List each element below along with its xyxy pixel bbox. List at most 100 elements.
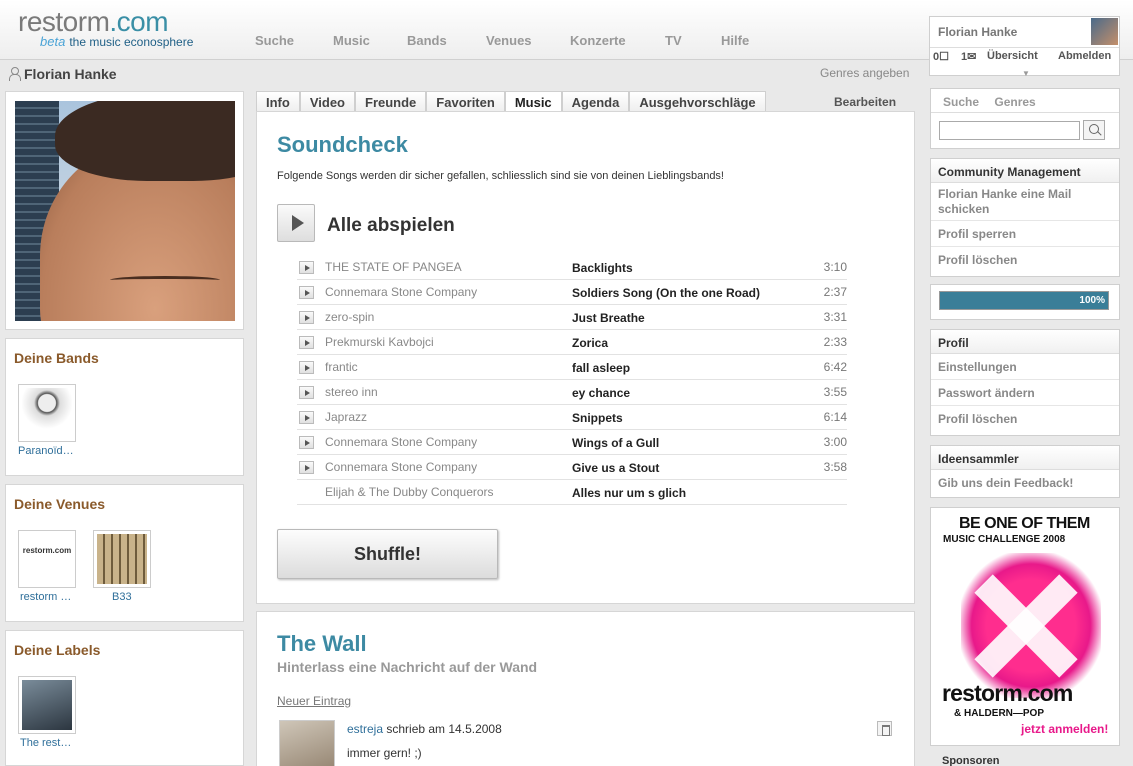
send-mail-link[interactable]: Florian Hanke eine Mail schicken — [931, 183, 1119, 221]
song-duration: 6:14 — [823, 410, 847, 424]
tab-favoriten[interactable]: Favoriten — [426, 91, 505, 112]
overview-link[interactable]: Übersicht — [987, 50, 1038, 62]
wall-entry-meta: estreja schrieb am 14.5.2008 — [347, 722, 502, 736]
song-row: frantic fall asleep 6:42 — [297, 355, 847, 380]
chevron-down-icon[interactable]: ▼ — [1022, 69, 1030, 78]
restorm-logo[interactable]: restorm.com beta the music econosphere — [18, 6, 193, 49]
profil-delete-link[interactable]: Profil löschen — [931, 406, 1119, 432]
song-title[interactable]: Backlights — [572, 261, 633, 275]
band-name[interactable]: Paranoïd… — [18, 445, 82, 457]
nav-bands[interactable]: Bands — [407, 33, 486, 48]
user-avatar[interactable] — [1091, 18, 1118, 45]
play-icon[interactable] — [299, 436, 314, 449]
venue-name-restorm[interactable]: restorm … — [20, 591, 84, 603]
music-challenge-ad[interactable]: BE ONE OF THEM MUSIC CHALLENGE 2008 rest… — [930, 507, 1120, 746]
profil-heading: Profil — [931, 330, 1119, 354]
song-artist[interactable]: stereo inn — [325, 385, 378, 399]
song-artist[interactable]: Prekmurski Kavbojci — [325, 335, 434, 349]
tab-video[interactable]: Video — [299, 91, 355, 112]
song-artist[interactable]: Japrazz — [325, 410, 367, 424]
song-row: THE STATE OF PANGEA Backlights 3:10 — [297, 255, 847, 280]
play-icon[interactable] — [299, 461, 314, 474]
song-artist[interactable]: zero-spin — [325, 310, 374, 324]
nav-suche[interactable]: Suche — [255, 33, 333, 48]
play-icon[interactable] — [299, 311, 314, 324]
venue-thumb-restorm[interactable]: restorm.com — [18, 530, 76, 588]
nav-hilfe[interactable]: Hilfe — [721, 33, 761, 48]
song-title[interactable]: Zorica — [572, 336, 608, 350]
profile-tabs: Info Video Freunde Favoriten Music Agend… — [256, 91, 766, 112]
logout-link[interactable]: Abmelden — [1058, 50, 1111, 62]
tab-ausgehvorschlaege[interactable]: Ausgehvorschläge — [629, 91, 766, 112]
search-box: Suche Genres — [930, 88, 1120, 149]
song-artist[interactable]: Connemara Stone Company — [325, 460, 477, 474]
delete-profile-link[interactable]: Profil löschen — [931, 247, 1119, 273]
song-title[interactable]: Wings of a Gull — [572, 436, 659, 450]
genres-link[interactable]: Genres angeben — [820, 66, 909, 80]
play-all-label[interactable]: Alle abspielen — [327, 215, 455, 237]
play-icon[interactable] — [299, 261, 314, 274]
song-artist[interactable]: Connemara Stone Company — [325, 285, 477, 299]
avatar[interactable] — [279, 720, 335, 766]
wall-entry-user[interactable]: estreja — [347, 722, 383, 736]
play-icon[interactable] — [299, 361, 314, 374]
user-name[interactable]: Florian Hanke — [938, 25, 1017, 39]
change-password-link[interactable]: Passwort ändern — [931, 380, 1119, 406]
message-count[interactable]: 0☐ — [933, 50, 949, 63]
song-artist[interactable]: Elijah & The Dubby Conquerors — [325, 485, 494, 499]
shuffle-button[interactable]: Shuffle! — [277, 529, 498, 579]
song-title[interactable]: ey chance — [572, 386, 630, 400]
bands-heading: Deine Bands — [14, 350, 99, 366]
song-title[interactable]: Soldiers Song (On the one Road) — [572, 286, 760, 300]
venues-box: Deine Venues restorm.com restorm … B33 — [5, 484, 244, 622]
nav-music[interactable]: Music — [333, 33, 407, 48]
trash-icon[interactable] — [877, 721, 892, 736]
sponsoren-heading: Sponsoren — [942, 755, 1000, 766]
song-title[interactable]: Alles nur um s glich — [572, 486, 686, 500]
tab-agenda[interactable]: Agenda — [561, 91, 630, 112]
new-entry-link[interactable]: Neuer Eintrag — [277, 694, 351, 708]
play-icon[interactable] — [299, 286, 314, 299]
edit-link[interactable]: Bearbeiten — [834, 95, 896, 109]
venue-name-b33[interactable]: B33 — [112, 591, 176, 603]
song-row: Connemara Stone Company Wings of a Gull 3:… — [297, 430, 847, 455]
search-input[interactable] — [939, 121, 1080, 140]
label-name[interactable]: The rest… — [20, 737, 84, 749]
tab-music[interactable]: Music — [504, 91, 562, 112]
progress-box: 100% — [930, 284, 1120, 320]
song-artist[interactable]: Connemara Stone Company — [325, 435, 477, 449]
nav-venues[interactable]: Venues — [486, 33, 570, 48]
wall-title: The Wall — [277, 631, 367, 656]
song-row: Japrazz Snippets 6:14 — [297, 405, 847, 430]
song-title[interactable]: Just Breathe — [572, 311, 645, 325]
feedback-link[interactable]: Gib uns dein Feedback! — [931, 470, 1119, 496]
wall-subtitle: Hinterlass eine Nachricht auf der Wand — [277, 659, 538, 675]
profile-photo-box — [5, 91, 244, 330]
nav-konzerte[interactable]: Konzerte — [570, 33, 665, 48]
song-artist[interactable]: frantic — [325, 360, 358, 374]
play-icon[interactable] — [299, 411, 314, 424]
nav-tv[interactable]: TV — [665, 33, 721, 48]
search-tab-genres[interactable]: Genres — [994, 95, 1035, 109]
song-title[interactable]: Give us a Stout — [572, 461, 659, 475]
tab-info[interactable]: Info — [256, 91, 300, 112]
play-all-button[interactable] — [277, 204, 315, 242]
block-profile-link[interactable]: Profil sperren — [931, 221, 1119, 247]
tab-freunde[interactable]: Freunde — [355, 91, 427, 112]
label-thumb[interactable] — [18, 676, 76, 734]
search-icon[interactable] — [1083, 120, 1105, 140]
mail-count[interactable]: 1✉ — [961, 50, 976, 63]
venue-thumb-b33[interactable] — [93, 530, 151, 588]
play-icon[interactable] — [299, 336, 314, 349]
bands-box: Deine Bands Paranoïd… — [5, 338, 244, 476]
main-nav: Suche Music Bands Venues Konzerte TV Hil… — [255, 33, 761, 48]
wall-entry-text: immer gern! ;) — [347, 746, 422, 760]
settings-link[interactable]: Einstellungen — [931, 354, 1119, 380]
play-icon[interactable] — [299, 386, 314, 399]
song-artist[interactable]: THE STATE OF PANGEA — [325, 260, 462, 274]
venues-heading: Deine Venues — [14, 496, 106, 512]
search-tab-suche[interactable]: Suche — [943, 95, 979, 109]
song-title[interactable]: Snippets — [572, 411, 623, 425]
song-title[interactable]: fall asleep — [572, 361, 630, 375]
band-thumb[interactable] — [18, 384, 76, 442]
